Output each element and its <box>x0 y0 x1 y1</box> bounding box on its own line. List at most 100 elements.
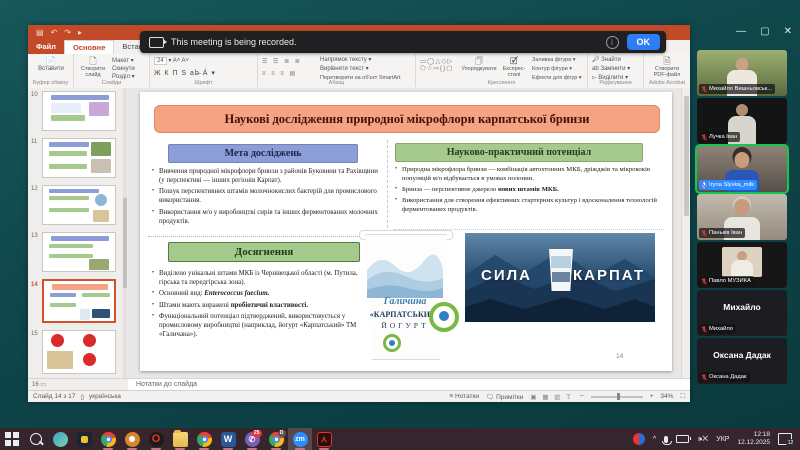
thumbnail-16-partial[interactable]: 16 ▭ <box>28 378 128 390</box>
zoom-percentage[interactable]: 34% <box>660 393 673 400</box>
close-icon[interactable]: ✕ <box>784 27 792 37</box>
participant-name: Павло МУЗИКА <box>709 278 751 284</box>
new-slide-button[interactable]: 🗋 Створити слайд <box>76 56 110 78</box>
slide-thumbnail-13[interactable] <box>42 232 116 272</box>
widgets-app[interactable] <box>48 428 72 450</box>
participant-tile-3-active-speaker[interactable]: Iryna Slyvka_milk <box>695 144 789 194</box>
align-buttons[interactable]: ≡ ≡ ≡ ▤ <box>262 70 297 78</box>
start-button[interactable] <box>0 428 24 450</box>
comments-toggle[interactable]: 🗨 Примітки <box>486 393 523 401</box>
thumbnail-scrollbar[interactable] <box>123 88 127 378</box>
tray-mic-icon[interactable] <box>662 435 673 445</box>
view-mode-buttons[interactable]: ▣ ▦ ▥ 𝕋 <box>530 393 572 401</box>
slide-thumbnail-12[interactable] <box>42 185 116 225</box>
participant-display-name: Михайло <box>723 302 761 312</box>
minimize-icon[interactable]: — <box>736 27 746 37</box>
opera-app[interactable]: O <box>144 428 168 450</box>
participant-tile-4[interactable]: Паньків Іван <box>697 194 787 240</box>
viber-icon: ✆ 25 <box>244 429 262 447</box>
viber-app[interactable]: ✆ 25 <box>240 428 264 450</box>
slide-thumbnail-11[interactable] <box>42 138 116 178</box>
zoom-out-button[interactable]: − <box>580 393 584 400</box>
participant-tile-5[interactable]: Павло МУЗИКА <box>697 242 787 288</box>
zoom-app-active[interactable]: zm <box>288 428 312 450</box>
mic-muted-icon <box>701 85 707 93</box>
viewer-app[interactable] <box>120 428 144 450</box>
file-explorer-app[interactable] <box>168 428 192 450</box>
participant-name: Паньків Іван <box>709 230 743 236</box>
meet-app[interactable] <box>192 428 216 450</box>
spellcheck-icon[interactable]: ▯ <box>80 393 84 401</box>
clock[interactable]: 12:18 12.12.2025 <box>737 431 770 447</box>
slide-canvas[interactable]: Наукові дослідження природної мікрофлори… <box>128 88 682 378</box>
layout-button[interactable]: Макет ▾ <box>112 57 134 65</box>
notification-badge: 12 <box>786 439 795 447</box>
save-icon[interactable]: ▤ <box>36 25 44 40</box>
arrange-button[interactable]: 🗇 Упорядкувати <box>460 56 498 72</box>
redo-icon[interactable]: ↷ <box>64 25 71 40</box>
word-app[interactable]: W <box>216 428 240 450</box>
participant-tile-7[interactable]: Оксана Дадак Оксана Дадак <box>697 338 787 384</box>
participant-name: Iryna Slyvka_milk <box>709 182 755 188</box>
notes-toggle[interactable]: ≡ Нотатки <box>449 393 479 400</box>
fit-slide-button[interactable]: ⛶ <box>680 393 685 401</box>
zoom-in-button[interactable]: + <box>650 393 654 400</box>
ok-button[interactable]: OK <box>626 34 660 50</box>
notes-pane[interactable]: Нотатки до слайда <box>128 378 690 390</box>
quick-styles-button[interactable]: 🗹 Експрес-стилі <box>498 56 530 78</box>
shapes-gallery[interactable]: ▭◯△◇▷ ⬠☆⇨{}▢ <box>420 58 453 72</box>
paste-icon: 📄 <box>45 56 57 66</box>
taskbar: O W ✆ 25 D zm ⋏ ^ 🕩✕ УКР 12:18 12.12.2025… <box>0 428 800 450</box>
widgets-icon <box>52 431 68 447</box>
chrome-app[interactable] <box>96 428 120 450</box>
search-button[interactable] <box>24 428 48 450</box>
replace-button[interactable]: ab Замінити ▾ <box>592 65 630 73</box>
slides-group-label: Слайди <box>101 80 122 86</box>
create-pdf-button[interactable]: 🗎 Створити PDF-файл <box>648 56 686 78</box>
participant-name: Оксана Дадак <box>709 374 747 380</box>
drawing-group-label: Креслення <box>487 80 516 86</box>
potential-bullets: • Природна мікрофлора бринзи — комбінація… <box>395 166 657 213</box>
maximize-icon[interactable]: ▢ <box>760 27 769 37</box>
participant-tile-1[interactable]: Михайло Вишньовськ... <box>697 50 787 96</box>
canvas-scrollbar[interactable] <box>681 88 690 378</box>
info-icon[interactable]: i <box>605 35 619 49</box>
dark-app[interactable] <box>72 428 96 450</box>
tray-expand-caret[interactable]: ^ <box>653 436 656 443</box>
slide-thumbnail-15[interactable] <box>42 330 116 374</box>
present-icon[interactable]: ▸ <box>78 25 82 40</box>
slide-thumbnail-14-selected[interactable] <box>42 279 116 323</box>
participant-tile-6[interactable]: Михайло Михайло <box>697 290 787 336</box>
profile-badge: D <box>277 429 286 437</box>
shape-fill-button[interactable]: Заливка фігури ▾ <box>532 56 576 64</box>
paste-button[interactable]: 📄 Вставити <box>36 56 66 72</box>
font-format-buttons[interactable]: Ж К П S ab̶ А́ ▾ <box>154 69 216 77</box>
viber-badge: 25 <box>251 429 262 437</box>
language-switch[interactable]: УКР <box>716 436 729 443</box>
folder-icon <box>172 429 188 447</box>
slide-14[interactable]: Наукові дослідження природної мікрофлори… <box>140 92 672 371</box>
font-size-box[interactable]: 24 ▾ A˄ A˅ <box>154 57 189 65</box>
tab-file[interactable]: Файл <box>28 40 64 54</box>
participant-tile-2[interactable]: Лучка Іван <box>697 98 787 144</box>
tray-app-icon[interactable] <box>632 433 645 445</box>
tab-home[interactable]: Основне <box>63 40 115 54</box>
acrobat-icon: ⋏ <box>316 431 332 447</box>
battery-icon[interactable] <box>676 435 692 443</box>
text-direction-button[interactable]: Напрямок тексту ▾ <box>320 56 371 64</box>
list-buttons[interactable]: ☰ ☰ ≣ ≣ <box>262 58 302 66</box>
slide-thumbnail-10[interactable] <box>42 91 116 131</box>
zoom-slider[interactable] <box>590 393 643 400</box>
achievements-header: Досягнення <box>168 242 360 262</box>
reset-button[interactable]: Скинути <box>112 65 135 73</box>
align-text-button[interactable]: Вирівняти текст ▾ <box>320 65 369 73</box>
acrobat-app[interactable]: ⋏ <box>312 428 336 450</box>
chrome-profile-app[interactable]: D <box>264 428 288 450</box>
shape-outline-button[interactable]: Контур фігури ▾ <box>532 65 572 73</box>
find-button[interactable]: 🔎 Знайти <box>592 56 621 64</box>
language-indicator[interactable]: українська <box>89 393 121 400</box>
notification-center-icon[interactable]: 12 <box>778 433 795 447</box>
banner-word-sila: СИЛА <box>481 267 532 284</box>
undo-icon[interactable]: ↶ <box>51 25 58 40</box>
speaker-muted-icon[interactable]: 🕩✕ <box>697 434 708 444</box>
